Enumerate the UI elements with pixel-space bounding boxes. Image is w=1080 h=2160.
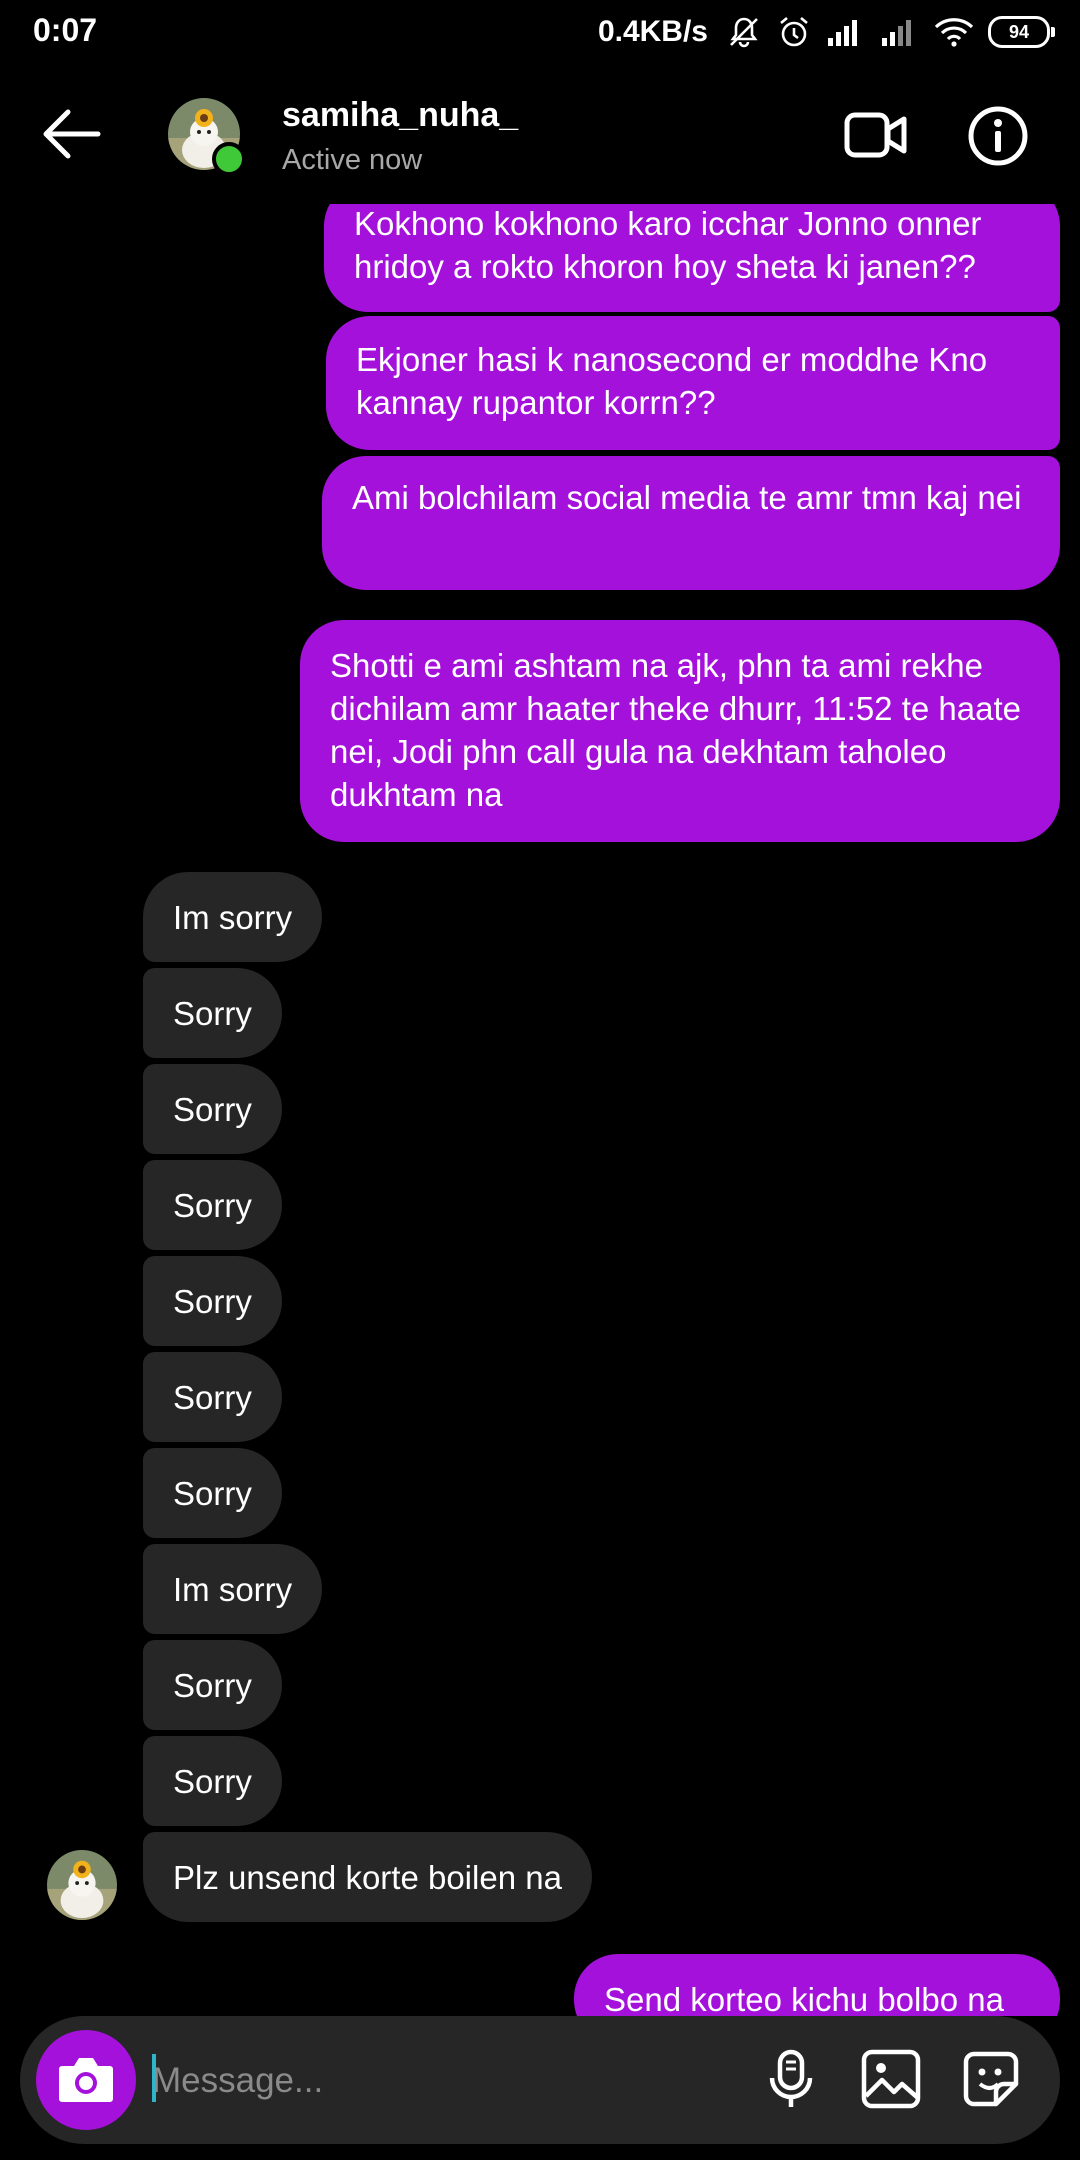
camera-button[interactable] bbox=[36, 2030, 136, 2130]
incoming-message[interactable]: Sorry bbox=[143, 1256, 282, 1346]
outgoing-message[interactable]: Shotti e ami ashtam na ajk, phn ta ami r… bbox=[300, 620, 1060, 842]
status-time: 0:07 bbox=[33, 12, 98, 48]
incoming-message[interactable]: Im sorry bbox=[143, 1544, 323, 1634]
mute-bell-icon bbox=[730, 17, 758, 48]
status-bar: 0:07 0.4KB/s 94 bbox=[0, 0, 1080, 64]
info-icon[interactable] bbox=[966, 104, 1030, 168]
outgoing-message[interactable]: Ekjoner hasi k nanosecond er moddhe Kno … bbox=[326, 316, 1060, 450]
status-icons: 0.4KB/s 94 bbox=[597, 10, 1055, 54]
gallery-icon[interactable] bbox=[858, 2046, 924, 2112]
video-call-icon[interactable] bbox=[844, 110, 908, 160]
chat-header: samiha_nuha_ Active now bbox=[0, 64, 1080, 204]
incoming-message[interactable]: Plz unsend korte boilen na bbox=[143, 1832, 592, 1922]
wifi-icon bbox=[934, 18, 974, 47]
incoming-message[interactable]: Im sorry bbox=[143, 872, 323, 962]
signal-icon bbox=[828, 20, 857, 46]
online-indicator bbox=[212, 142, 246, 176]
camera-icon bbox=[59, 2058, 113, 2102]
text-caret bbox=[152, 2054, 156, 2102]
sender-avatar[interactable] bbox=[47, 1850, 117, 1920]
incoming-message[interactable]: Sorry bbox=[143, 1448, 282, 1538]
message-thread[interactable]: Kokhono kokhono karo icchar Jonno onner … bbox=[0, 204, 1080, 2016]
incoming-message[interactable]: Sorry bbox=[143, 1640, 282, 1730]
alarm-icon bbox=[780, 17, 808, 47]
incoming-message[interactable]: Sorry bbox=[143, 1064, 282, 1154]
contact-username[interactable]: samiha_nuha_ bbox=[282, 96, 518, 135]
contact-presence: Active now bbox=[282, 144, 423, 176]
microphone-icon[interactable] bbox=[758, 2046, 824, 2112]
contact-avatar[interactable] bbox=[168, 98, 246, 176]
network-speed: 0.4KB/s bbox=[597, 15, 708, 48]
outgoing-message[interactable]: Kokhono kokhono karo icchar Jonno onner … bbox=[324, 204, 1060, 312]
signal-2-icon bbox=[882, 20, 911, 46]
incoming-message[interactable]: Sorry bbox=[143, 1736, 282, 1826]
incoming-message[interactable]: Sorry bbox=[143, 1160, 282, 1250]
message-composer bbox=[20, 2016, 1060, 2144]
battery-indicator: 94 bbox=[988, 16, 1055, 48]
outgoing-message[interactable]: Send korteo kichu bolbo na bbox=[574, 1954, 1060, 2016]
message-input[interactable] bbox=[150, 2044, 754, 2118]
incoming-message[interactable]: Sorry bbox=[143, 968, 282, 1058]
back-arrow-icon[interactable] bbox=[40, 104, 104, 164]
outgoing-message[interactable]: Ami bolchilam social media te amr tmn ka… bbox=[322, 456, 1060, 590]
sticker-icon[interactable] bbox=[958, 2046, 1024, 2112]
incoming-message[interactable]: Sorry bbox=[143, 1352, 282, 1442]
battery-level: 94 bbox=[1008, 21, 1030, 42]
